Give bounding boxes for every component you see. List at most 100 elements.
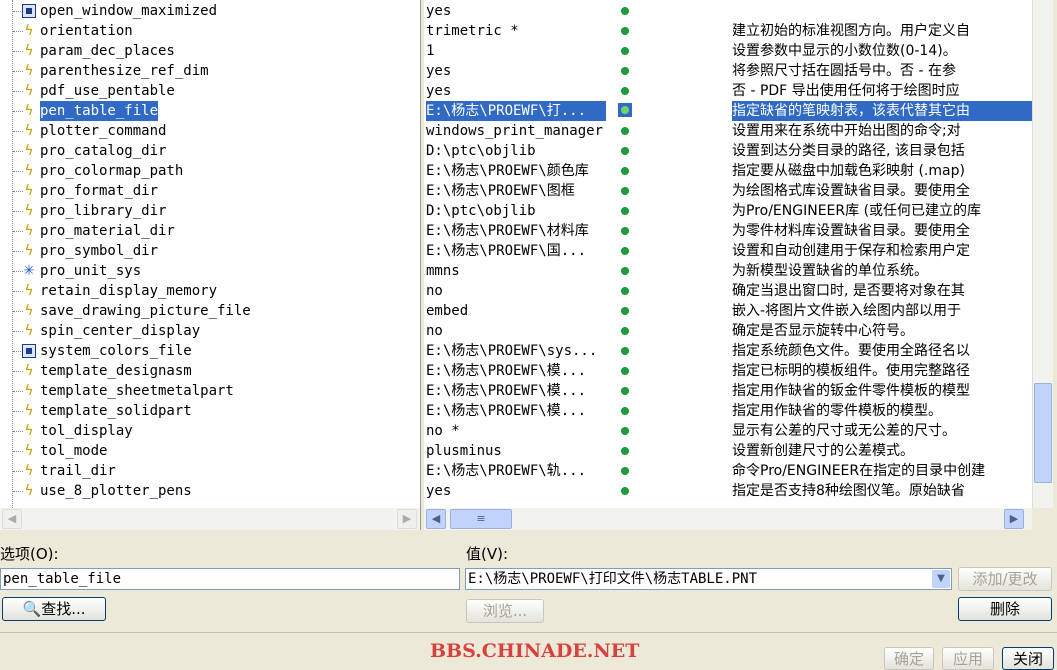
value-row[interactable]: 1 设置参数中显示的小数位数(0-14)。 (424, 41, 1032, 61)
scroll-left-arrow-icon[interactable]: ◀ (2, 509, 22, 529)
option-row[interactable]: ϟ pro_catalog_dir (0, 141, 420, 161)
left-horizontal-scrollbar[interactable]: ◀ ▶ (0, 508, 420, 530)
status-dot-icon (621, 7, 629, 15)
option-description: 设置到达分类目录的路径, 该目录包括 (732, 143, 965, 159)
add-change-button[interactable]: 添加/更改 (958, 567, 1052, 591)
scroll-right-arrow-icon[interactable]: ▶ (1004, 509, 1024, 529)
value-row[interactable]: mmns 为新模型设置缺省的单位系统。 (424, 261, 1032, 281)
option-row[interactable]: ϟ parenthesize_ref_dim (0, 61, 420, 81)
option-description: 指定用作缺省的钣金件零件模板的模型 (732, 383, 970, 399)
value-row[interactable]: yes 指定是否支持8种绘图仪笔。原始缺省 (424, 481, 1032, 501)
lightning-icon: ϟ (24, 403, 34, 419)
value-row[interactable]: E:\杨志\PROEWF\打... 指定缺省的笔映射表，该表代替其它由 (424, 101, 1032, 121)
chevron-down-icon[interactable]: ▼ (932, 570, 950, 588)
value-row[interactable]: E:\杨志\PROEWF\国... 设置和自动创建用于保存和检索用户定 (424, 241, 1032, 261)
status-dot-icon (621, 187, 629, 195)
option-row[interactable]: ϟ template_sheetmetalpart (0, 381, 420, 401)
lightning-icon: ϟ (24, 483, 34, 499)
value-row[interactable]: E:\杨志\PROEWF\sys... 指定系统颜色文件。要使用全路径名以 (424, 341, 1032, 361)
lightning-icon: ϟ (24, 383, 34, 399)
lightning-icon: ϟ (24, 203, 34, 219)
horizontal-scroll-thumb[interactable]: ≡ (450, 509, 512, 529)
value-row[interactable]: E:\杨志\PROEWF\材料库 为零件材料库设置缺省目录。要使用全 (424, 221, 1032, 241)
option-row[interactable]: ϟ tol_mode (0, 441, 420, 461)
value-row[interactable]: yes 否 - PDF 导出使用任何将于绘图时应 (424, 81, 1032, 101)
value-row[interactable]: E:\杨志\PROEWF\颜色库 指定要从磁盘中加载色彩映射 (.map) (424, 161, 1032, 181)
option-row[interactable]: ϟ trail_dir (0, 461, 420, 481)
vertical-scroll-thumb[interactable] (1034, 383, 1052, 483)
option-row[interactable]: ϟ use_8_plotter_pens (0, 481, 420, 501)
option-description: 指定用作缺省的零件模板的模型。 (732, 403, 942, 419)
option-row[interactable]: open_window_maximized (0, 1, 420, 21)
option-description: 嵌入-将图片文件嵌入绘图内部以用于 (732, 303, 962, 319)
option-row[interactable]: ϟ pro_colormap_path (0, 161, 420, 181)
browse-button[interactable]: 浏览... (466, 599, 544, 623)
option-description: 确定是否显示旋转中心符号。 (732, 323, 914, 339)
option-description: 确定当退出窗口时, 是否要将对象在其 (732, 283, 965, 299)
value-combobox[interactable]: E:\杨志\PROEWF\打印文件\杨志TABLE.PNT ▼ (465, 568, 952, 590)
status-dot-icon (621, 127, 629, 135)
option-row[interactable]: ϟ retain_display_memory (0, 281, 420, 301)
scroll-left-arrow-icon[interactable]: ◀ (426, 509, 446, 529)
right-horizontal-scrollbar[interactable]: ◀ ≡ ▶ (424, 508, 1032, 530)
option-description: 命令Pro/ENGINEER在指定的目录中创建 (732, 463, 986, 479)
option-name: template_solidpart (40, 403, 192, 419)
close-button[interactable]: 关闭 (1002, 647, 1054, 670)
option-row[interactable]: ϟ pro_library_dir (0, 201, 420, 221)
option-row[interactable]: ϟ pro_material_dir (0, 221, 420, 241)
value-row[interactable]: E:\杨志\PROEWF\图框 为绘图格式库设置缺省目录。要使用全 (424, 181, 1032, 201)
value-row[interactable]: D:\ptc\objlib 为Pro/ENGINEER库 (或任何已建立的库 (424, 201, 1032, 221)
value-row[interactable]: embed 嵌入-将图片文件嵌入绘图内部以用于 (424, 301, 1032, 321)
option-row[interactable]: ϟ param_dec_places (0, 41, 420, 61)
value-row[interactable]: trimetric * 建立初始的标准视图方向。用户定义自 (424, 21, 1032, 41)
status-dot-icon (618, 103, 632, 117)
star-icon: ✳ (23, 263, 35, 279)
option-value: E:\杨志\PROEWF\模... (426, 403, 587, 419)
option-row[interactable]: ϟ save_drawing_picture_file (0, 301, 420, 321)
value-row[interactable]: D:\ptc\objlib 设置到达分类目录的路径, 该目录包括 (424, 141, 1032, 161)
value-row[interactable]: yes (424, 1, 1032, 21)
value-row[interactable]: E:\杨志\PROEWF\轨... 命令Pro/ENGINEER在指定的目录中创建 (424, 461, 1032, 481)
value-row[interactable]: E:\杨志\PROEWF\模... 指定已标明的模板组件。使用完整路径 (424, 361, 1032, 381)
lightning-icon: ϟ (24, 163, 34, 179)
value-row[interactable]: E:\杨志\PROEWF\模... 指定用作缺省的钣金件零件模板的模型 (424, 381, 1032, 401)
value-row[interactable]: plusminus 设置新创建尺寸的公差模式。 (424, 441, 1032, 461)
value-row[interactable]: yes 将参照尺寸括在圆括号中。否 - 在参 (424, 61, 1032, 81)
value-row[interactable]: no 确定是否显示旋转中心符号。 (424, 321, 1032, 341)
option-row[interactable]: ϟ pro_format_dir (0, 181, 420, 201)
value-row[interactable]: no * 显示有公差的尺寸或无公差的尺寸。 (424, 421, 1032, 441)
value-row[interactable]: windows_print_manager 设置用来在系统中开始出图的命令;对 (424, 121, 1032, 141)
option-row[interactable]: ϟ plotter_command (0, 121, 420, 141)
status-dot-icon (621, 67, 629, 75)
option-value: E:\杨志\PROEWF\材料库 (426, 223, 589, 239)
option-name-list[interactable]: open_window_maximized ϟ orientation ϟ param_… (0, 0, 420, 508)
vertical-scrollbar[interactable] (1032, 0, 1053, 508)
option-row[interactable]: ϟ orientation (0, 21, 420, 41)
option-row[interactable]: ϟ tol_display (0, 421, 420, 441)
status-dot-icon (621, 87, 629, 95)
option-row[interactable]: ϟ pen_table_file (0, 101, 420, 121)
option-row[interactable]: ϟ pdf_use_pentable (0, 81, 420, 101)
option-row[interactable]: ϟ template_designasm (0, 361, 420, 381)
option-row[interactable]: ϟ spin_center_display (0, 321, 420, 341)
option-value: E:\杨志\PROEWF\图框 (426, 183, 575, 199)
option-value: embed (426, 303, 469, 319)
option-value-list[interactable]: yes trimetric * 建立初始的标准视图方向。用户定义自 1 设置参数中显示的… (424, 0, 1032, 508)
ok-button[interactable]: 确定 (884, 647, 934, 670)
delete-button[interactable]: 删除 (958, 597, 1052, 621)
option-row[interactable]: ϟ pro_symbol_dir (0, 241, 420, 261)
find-button[interactable]: 🔍查找... (2, 597, 106, 621)
option-description: 为Pro/ENGINEER库 (或任何已建立的库 (732, 203, 982, 219)
option-row[interactable]: system_colors_file (0, 341, 420, 361)
option-row[interactable]: ✳ pro_unit_sys (0, 261, 420, 281)
value-row[interactable]: E:\杨志\PROEWF\模... 指定用作缺省的零件模板的模型。 (424, 401, 1032, 421)
apply-button[interactable]: 应用 (942, 647, 994, 670)
status-dot-icon (621, 147, 629, 155)
lightning-icon: ϟ (24, 83, 34, 99)
value-row[interactable]: no 确定当退出窗口时, 是否要将对象在其 (424, 281, 1032, 301)
lightning-icon: ϟ (24, 223, 34, 239)
scroll-right-arrow-icon[interactable]: ▶ (397, 509, 417, 529)
status-dot-icon (621, 427, 629, 435)
option-input[interactable]: pen_table_file (0, 568, 460, 590)
option-row[interactable]: ϟ template_solidpart (0, 401, 420, 421)
